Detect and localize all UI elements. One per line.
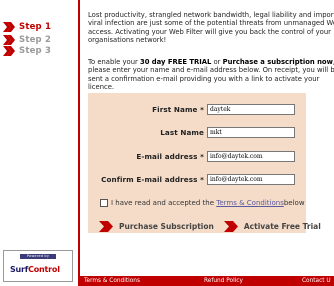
intro-line-1: Lost productivity, strangled network ban… (88, 11, 334, 19)
brand-part-b: Control (28, 265, 60, 274)
instructions-line-4: licence. (88, 83, 115, 92)
signup-form: First Name * daytek Last Name mkt E-mail… (88, 93, 306, 233)
step-1-label: Step 1 (19, 22, 52, 32)
activate-free-trial-label: Activate Free Trial (243, 222, 321, 231)
email-row: E-mail address * info@daytek.com (88, 150, 306, 162)
double-chevron-icon (3, 35, 15, 45)
step-2-label: Step 2 (19, 35, 52, 45)
last-name-row: Last Name mkt (88, 126, 306, 138)
activate-free-trial-button[interactable]: Activate Free Trial (223, 221, 321, 232)
footer-bar: Terms & Conditions Refund Policy Contact… (80, 276, 334, 286)
steps-sidebar: Step 1 Step 2 Step 3 Powered by SurfCont… (0, 0, 80, 286)
confirm-email-label: Confirm E-mail address * (101, 174, 204, 184)
first-name-row: First Name * daytek (88, 103, 306, 115)
email-input[interactable]: info@daytek.com (207, 150, 295, 162)
instructions-line-3: sent a confirmation e-mail providing you… (88, 74, 320, 83)
purchase-subscription-label: Purchase Subscription (119, 222, 214, 231)
email-label: E-mail address * (136, 151, 204, 161)
double-chevron-icon (3, 22, 15, 32)
purchase-emphasis: Purchase a subscription now (222, 58, 333, 66)
instructions-line-1: To enable your 30 day FREE TRIAL or Purc… (88, 58, 334, 66)
step-1: Step 1 (3, 21, 51, 33)
first-name-label: First Name * (152, 104, 204, 114)
main-content: Lost productivity, strangled network ban… (88, 11, 334, 91)
double-chevron-icon (3, 46, 15, 56)
intro-line-4: organisations network! (88, 36, 167, 45)
brand-part-a: Surf (10, 265, 29, 274)
brand-name: SurfControl (10, 265, 60, 274)
agree-suffix: below (283, 199, 305, 207)
intro-line-3: access. Activating your Web Filter will … (88, 27, 331, 36)
confirm-email-input[interactable]: info@daytek.com (207, 173, 295, 185)
powered-by-label: Powered by (20, 254, 56, 259)
footer-contact-link[interactable]: Contact U (302, 276, 331, 286)
surfcontrol-logo: Powered by SurfControl (3, 250, 73, 282)
instructions-line-2: please enter your name and e-mail addres… (88, 66, 334, 75)
terms-checkbox[interactable] (100, 199, 108, 207)
first-name-input[interactable]: daytek (207, 103, 295, 115)
free-trial-emphasis: 30 day FREE TRIAL (139, 58, 212, 66)
double-chevron-icon (223, 221, 238, 232)
footer-refund-link[interactable]: Refund Policy (204, 276, 243, 286)
agree-prefix: I have read and accepted the (111, 199, 215, 207)
form-actions: Purchase Subscription Activate Free Tria… (99, 221, 321, 232)
step-3-label: Step 3 (19, 46, 52, 56)
instructions-text: To enable your (88, 58, 140, 66)
footer-terms-link[interactable]: Terms & Conditions (84, 276, 140, 286)
purchase-subscription-button[interactable]: Purchase Subscription (99, 221, 214, 232)
double-chevron-icon (99, 221, 113, 232)
confirm-email-row: Confirm E-mail address * info@daytek.com (88, 173, 306, 185)
terms-agreement: I have read and accepted the Terms & Con… (100, 199, 305, 207)
instructions: To enable your 30 day FREE TRIAL or Purc… (88, 58, 334, 92)
last-name-input[interactable]: mkt (207, 126, 295, 138)
terms-link[interactable]: Terms & Conditions (216, 199, 284, 207)
intro-line-2: viral infection are just some of the pot… (88, 19, 334, 28)
instructions-text: or (211, 58, 223, 66)
step-3: Step 3 (3, 45, 51, 57)
last-name-label: Last Name (160, 127, 204, 137)
